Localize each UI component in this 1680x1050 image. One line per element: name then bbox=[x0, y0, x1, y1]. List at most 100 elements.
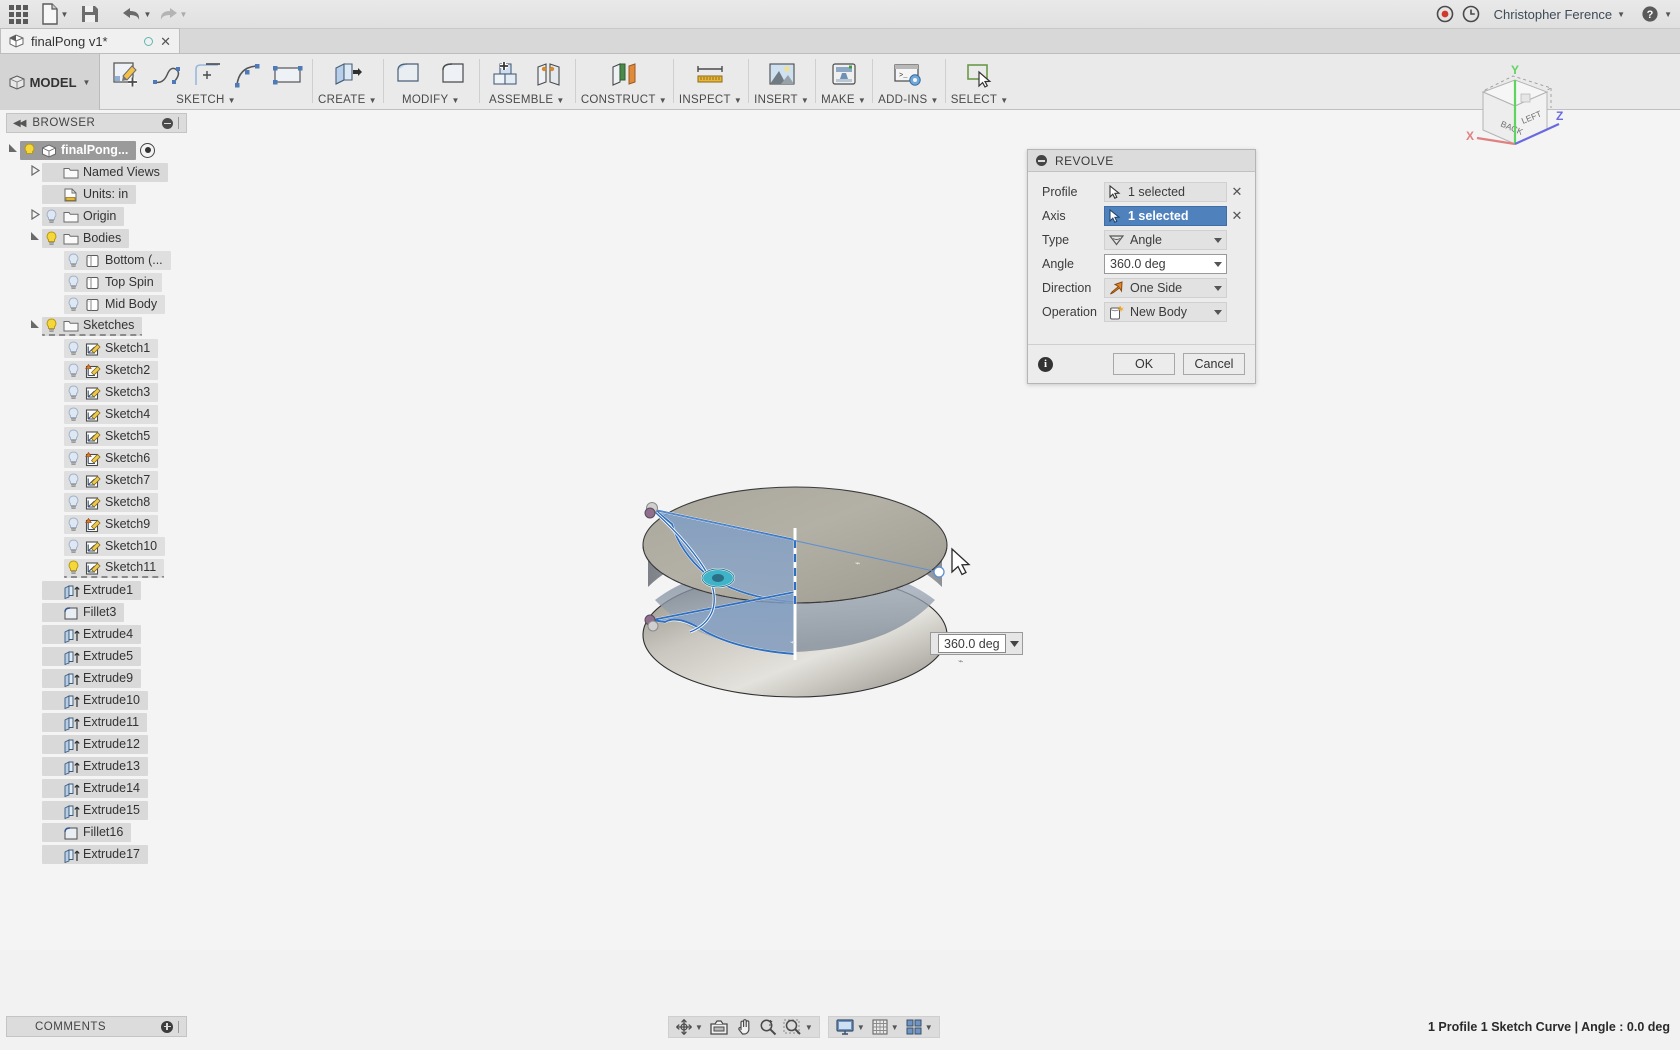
ok-button[interactable]: OK bbox=[1113, 353, 1175, 375]
tree-row-extrude14[interactable]: Extrude14 bbox=[6, 777, 196, 799]
add-comment-icon[interactable] bbox=[161, 1020, 173, 1033]
tree-expand-arrow-open[interactable] bbox=[28, 319, 42, 333]
visibility-bulb-icon[interactable] bbox=[67, 362, 80, 378]
grid-snap-button[interactable]: ▼ bbox=[868, 1017, 902, 1037]
new-document-button[interactable]: ▼ bbox=[36, 1, 72, 28]
tree-row-extrude10[interactable]: Extrude10 bbox=[6, 689, 196, 711]
select-tool-button[interactable] bbox=[960, 57, 1000, 93]
tree-row-sketch10[interactable]: Sketch10 bbox=[6, 535, 196, 557]
zoom-window-button[interactable]: ▼ bbox=[780, 1017, 816, 1037]
offset-plane-button[interactable] bbox=[604, 57, 644, 93]
tree-row-extrude13[interactable]: Extrude13 bbox=[6, 755, 196, 777]
tree-row-extrude12[interactable]: Extrude12 bbox=[6, 733, 196, 755]
visibility-bulb-icon[interactable] bbox=[67, 428, 80, 444]
line-tool-button[interactable] bbox=[190, 57, 226, 93]
tree-expand-arrow-open[interactable] bbox=[28, 231, 42, 245]
dialog-field-profile[interactable]: 1 selected bbox=[1104, 182, 1227, 202]
tree-row-sketch11[interactable]: Sketch11 bbox=[6, 557, 196, 579]
user-name-label[interactable]: Christopher Ference bbox=[1494, 7, 1613, 22]
viewports-button[interactable]: ▼ bbox=[902, 1017, 936, 1037]
info-icon[interactable]: i bbox=[1038, 356, 1053, 372]
tree-row-sketch2[interactable]: Sketch2 bbox=[6, 359, 196, 381]
apps-grid-button[interactable] bbox=[0, 1, 36, 28]
tree-row-sketch8[interactable]: Sketch8 bbox=[6, 491, 196, 513]
tree-row-extrude15[interactable]: Extrude15 bbox=[6, 799, 196, 821]
ribbon-group-label-create[interactable]: CREATE ▼ bbox=[318, 94, 377, 106]
tree-row-sketches[interactable]: Sketches bbox=[6, 315, 196, 337]
clear-selection-button[interactable]: ✕ bbox=[1229, 184, 1245, 200]
visibility-bulb-icon[interactable] bbox=[45, 317, 58, 333]
press-pull-button[interactable] bbox=[389, 57, 429, 93]
minimize-icon[interactable] bbox=[162, 117, 173, 129]
orbit-button[interactable]: ▼ bbox=[672, 1017, 706, 1037]
dialog-field-angle[interactable]: 360.0 deg bbox=[1104, 254, 1227, 274]
ribbon-group-label-sketch[interactable]: SKETCH ▼ bbox=[176, 94, 236, 106]
visibility-bulb-icon[interactable] bbox=[45, 230, 58, 246]
panel-grip[interactable] bbox=[178, 117, 180, 129]
browser-tree[interactable]: finalPong... Named Views Units: in Origin Bo… bbox=[6, 139, 196, 865]
clear-selection-button[interactable]: ✕ bbox=[1229, 208, 1245, 224]
panel-grip[interactable] bbox=[178, 1020, 180, 1033]
tree-row-sketch5[interactable]: Sketch5 bbox=[6, 425, 196, 447]
ribbon-group-label-make[interactable]: MAKE ▼ bbox=[821, 94, 866, 106]
tree-row-named-views[interactable]: Named Views bbox=[6, 161, 196, 183]
ribbon-group-label-assemble[interactable]: ASSEMBLE ▼ bbox=[489, 94, 565, 106]
tree-row-finalpong[interactable]: finalPong... bbox=[6, 139, 196, 161]
tree-expand-arrow-closed[interactable] bbox=[28, 208, 42, 223]
tree-row-extrude1[interactable]: Extrude1 bbox=[6, 579, 196, 601]
viewport-canvas[interactable] bbox=[0, 110, 1680, 950]
visibility-bulb-icon[interactable] bbox=[67, 494, 80, 510]
dialog-field-direction[interactable]: One Side bbox=[1104, 278, 1227, 298]
script-addin-button[interactable]: >_ bbox=[888, 57, 928, 93]
arc-tool-button[interactable] bbox=[230, 57, 266, 93]
tree-row-fillet16[interactable]: Fillet16 bbox=[6, 821, 196, 843]
insert-image-button[interactable] bbox=[762, 57, 802, 93]
visibility-bulb-icon[interactable] bbox=[67, 538, 80, 554]
field-grip[interactable] bbox=[931, 633, 938, 654]
dialog-field-operation[interactable]: New Body bbox=[1104, 302, 1227, 322]
visibility-bulb-icon[interactable] bbox=[67, 472, 80, 488]
tree-row-sketch3[interactable]: Sketch3 bbox=[6, 381, 196, 403]
ribbon-group-label-inspect[interactable]: INSPECT ▼ bbox=[679, 94, 742, 106]
tree-row-bodies[interactable]: Bodies bbox=[6, 227, 196, 249]
collapse-left-icon[interactable]: ◀◀ bbox=[13, 118, 26, 129]
visibility-bulb-icon[interactable] bbox=[67, 384, 80, 400]
tree-expand-arrow-closed[interactable] bbox=[28, 164, 42, 179]
tree-row-sketch1[interactable]: Sketch1 bbox=[6, 337, 196, 359]
view-cube[interactable]: BACK LEFT X Z Y bbox=[1455, 62, 1575, 172]
tree-row-sketch6[interactable]: Sketch6 bbox=[6, 447, 196, 469]
save-button[interactable] bbox=[72, 1, 108, 28]
redo-button[interactable]: ▼ bbox=[154, 1, 190, 28]
visibility-bulb-icon[interactable] bbox=[67, 406, 80, 422]
workspace-mode-button[interactable]: MODEL ▼ bbox=[0, 54, 100, 110]
revolve-dialog[interactable]: REVOLVE Profile 1 selected ✕ Axis 1 selected… bbox=[1027, 149, 1256, 384]
visibility-bulb-icon[interactable] bbox=[23, 142, 36, 158]
ribbon-group-label-addins[interactable]: ADD-INS ▼ bbox=[878, 94, 939, 106]
tree-row-units-in[interactable]: Units: in bbox=[6, 183, 196, 205]
minimize-icon[interactable] bbox=[1036, 155, 1047, 166]
tree-expand-arrow-open[interactable] bbox=[6, 143, 20, 157]
chevron-down-icon[interactable]: ▼ bbox=[1664, 10, 1672, 19]
3d-print-button[interactable] bbox=[824, 57, 864, 93]
sync-circle-icon[interactable] bbox=[144, 36, 154, 46]
pan-button[interactable] bbox=[732, 1017, 756, 1037]
new-component-button[interactable] bbox=[485, 57, 525, 93]
display-settings-button[interactable]: ▼ bbox=[832, 1017, 868, 1037]
visibility-bulb-icon[interactable] bbox=[67, 296, 80, 312]
dialog-field-axis[interactable]: 1 selected bbox=[1104, 206, 1227, 226]
undo-button[interactable]: ▼ bbox=[118, 1, 154, 28]
ribbon-group-label-select[interactable]: SELECT ▼ bbox=[951, 94, 1009, 106]
spline-tool-button[interactable] bbox=[150, 57, 186, 93]
tree-row-extrude17[interactable]: Extrude17 bbox=[6, 843, 196, 865]
tree-row-sketch7[interactable]: Sketch7 bbox=[6, 469, 196, 491]
visibility-bulb-icon[interactable] bbox=[45, 208, 58, 224]
tree-row-sketch9[interactable]: Sketch9 bbox=[6, 513, 196, 535]
measure-button[interactable] bbox=[691, 57, 731, 93]
tree-row-bottom[interactable]: Bottom (... bbox=[6, 249, 196, 271]
zoom-button[interactable] bbox=[756, 1017, 780, 1037]
angle-value-input[interactable]: 360.0 deg bbox=[938, 634, 1006, 653]
document-tab[interactable]: finalPong v1* ✕ bbox=[0, 28, 180, 53]
tree-row-top-spin[interactable]: Top Spin bbox=[6, 271, 196, 293]
extrude-tool-button[interactable] bbox=[327, 57, 367, 93]
canvas-angle-field[interactable]: 360.0 deg bbox=[930, 632, 1023, 655]
